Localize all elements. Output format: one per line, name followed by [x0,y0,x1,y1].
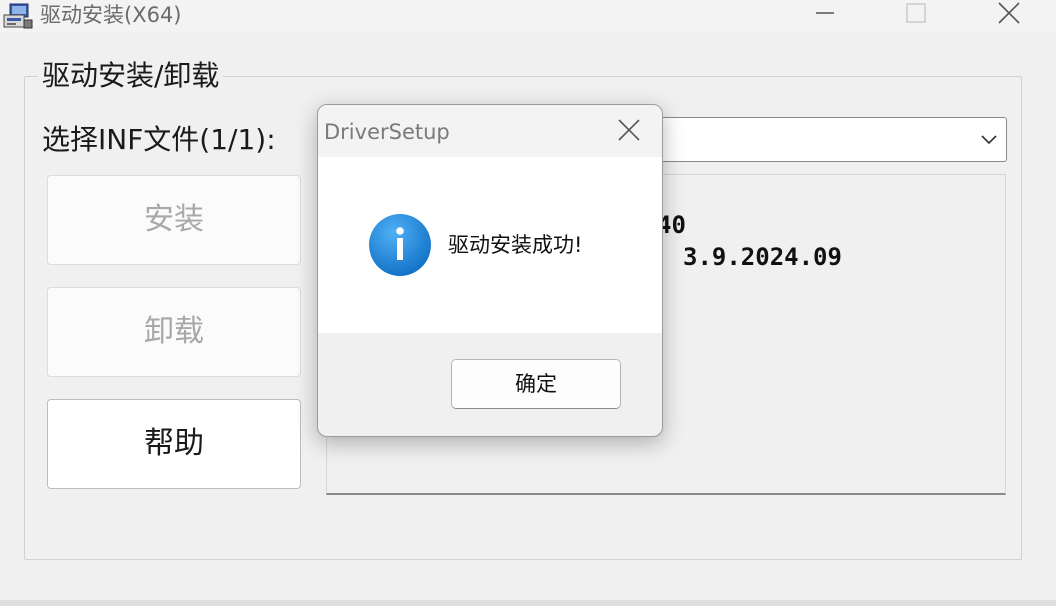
install-button[interactable]: 安装 [47,175,301,265]
close-icon [618,119,640,141]
maximize-button[interactable] [893,0,939,30]
help-button[interactable]: 帮助 [47,399,301,489]
dialog-message: 驱动安装成功! [448,233,583,257]
installer-app-icon [2,2,34,30]
driver-version-line: 3.9.2024.09 [683,243,842,271]
close-button[interactable] [986,0,1032,30]
close-icon [998,2,1020,24]
inf-file-label: 选择INF文件(1/1): [42,123,276,156]
ok-button[interactable]: 确定 [451,359,621,409]
window-titlebar[interactable]: 驱动安装(X64) [0,0,1056,32]
chevron-down-icon [981,135,997,145]
groupbox-legend: 驱动安装/卸载 [38,60,224,92]
background-strip [0,600,1056,606]
minimize-button[interactable] [802,0,848,30]
driversetup-dialog: DriverSetup 驱动安装成功! 确定 [317,104,663,437]
minimize-icon [816,12,834,14]
dialog-close-button[interactable] [606,113,650,149]
dialog-body: 驱动安装成功! [318,157,662,333]
window-title: 驱动安装(X64) [40,3,182,27]
uninstall-button[interactable]: 卸载 [47,287,301,377]
maximize-icon [906,3,926,23]
info-icon [369,214,431,276]
dialog-title: DriverSetup [324,120,450,144]
dialog-titlebar[interactable]: DriverSetup [318,105,662,157]
